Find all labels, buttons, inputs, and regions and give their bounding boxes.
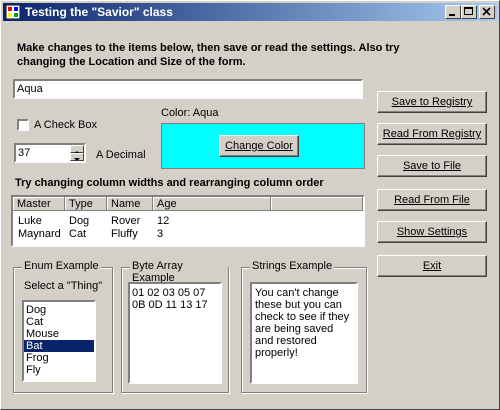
- exit-button[interactable]: Exit: [377, 255, 487, 277]
- byte-array-group: Byte Array Example 01 02 03 05 07 0B 0D …: [121, 260, 229, 393]
- byte-array-title: Byte Array Example: [130, 260, 228, 284]
- window-title: Testing the "Savior" class: [25, 5, 173, 19]
- color-label: Color: Aqua: [161, 107, 219, 119]
- text-input[interactable]: Aqua: [13, 79, 363, 99]
- columns-heading: Try changing column widths and rearrangi…: [15, 177, 324, 189]
- table-cell: Fluffy: [111, 228, 138, 240]
- title-bar[interactable]: Testing the "Savior" class: [3, 3, 497, 21]
- strings-textbox[interactable]: You can't change these but you can check…: [250, 282, 358, 384]
- close-button[interactable]: [479, 5, 495, 19]
- decimal-spinner[interactable]: 37: [14, 143, 86, 163]
- byte-array-textbox[interactable]: 01 02 03 05 07 0B 0D 11 13 17: [128, 282, 222, 384]
- save-to-registry-button[interactable]: Save to Registry: [377, 91, 487, 113]
- column-header-master[interactable]: Master: [13, 197, 65, 211]
- column-header-age[interactable]: Age: [153, 197, 271, 211]
- table-cell: Cat: [69, 228, 87, 240]
- spin-up-button[interactable]: [70, 145, 84, 154]
- table-cell: 3: [157, 228, 164, 240]
- checkbox-label: A Check Box: [34, 119, 97, 131]
- read-from-file-button[interactable]: Read From File: [377, 189, 487, 211]
- change-color-button[interactable]: Change Color: [219, 135, 299, 157]
- list-item-selected[interactable]: Bat: [24, 340, 94, 352]
- table-cell: Maynard: [18, 228, 61, 240]
- list-item[interactable]: Fly: [24, 364, 94, 376]
- strings-example-title: Strings Example: [250, 260, 335, 272]
- strings-example-group: Strings Example You can't change these b…: [241, 260, 367, 393]
- enum-example-group: Enum Example Select a "Thing" Dog Cat Mo…: [13, 260, 113, 393]
- column-header-name[interactable]: Name: [107, 197, 153, 211]
- show-settings-button[interactable]: Show Settings: [377, 221, 487, 243]
- app-icon: [6, 5, 20, 19]
- app-window: Testing the "Savior" class Make changes …: [0, 0, 500, 410]
- spin-down-button[interactable]: [70, 153, 84, 161]
- table-cell: Luke: [18, 215, 42, 227]
- minimize-icon: [449, 14, 455, 16]
- decimal-value: 37: [18, 147, 31, 159]
- table-cell: Dog: [69, 215, 90, 227]
- enum-listbox[interactable]: Dog Cat Mouse Bat Frog Fly: [22, 300, 96, 382]
- checkbox[interactable]: [17, 119, 29, 131]
- text-input-value: Aqua: [17, 83, 43, 95]
- list-view[interactable]: Master Type Name Age Luke Dog Rover 12 M…: [11, 195, 365, 247]
- list-item[interactable]: Dog: [24, 304, 94, 316]
- enum-example-title: Enum Example: [22, 260, 101, 272]
- maximize-icon: [464, 7, 473, 15]
- close-icon: [482, 7, 491, 16]
- read-from-registry-button[interactable]: Read From Registry: [377, 123, 487, 145]
- maximize-button[interactable]: [461, 5, 477, 19]
- table-cell: Rover: [111, 215, 141, 227]
- decimal-label: A Decimal: [96, 149, 146, 161]
- enum-prompt: Select a "Thing": [24, 280, 103, 292]
- list-item[interactable]: Mouse: [24, 328, 94, 340]
- column-header-type[interactable]: Type: [65, 197, 107, 211]
- spin-down-icon: [74, 158, 80, 161]
- table-cell: 12: [157, 215, 170, 227]
- instructions-text: Make changes to the items below, then sa…: [17, 42, 400, 68]
- minimize-button[interactable]: [445, 5, 461, 19]
- list-item[interactable]: Frog: [24, 352, 94, 364]
- list-item[interactable]: Cat: [24, 316, 94, 328]
- save-to-file-button[interactable]: Save to File: [377, 155, 487, 177]
- column-header-filler: [271, 197, 363, 211]
